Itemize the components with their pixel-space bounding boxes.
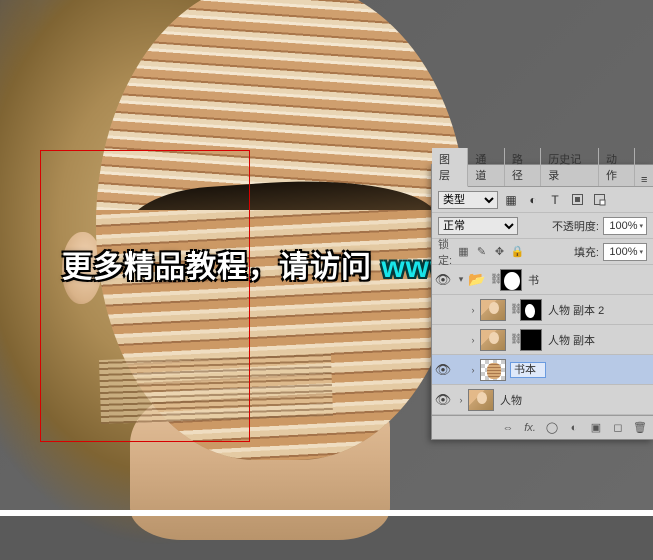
lock-paint-icon[interactable]: ✎ bbox=[474, 244, 489, 259]
tab-layers[interactable]: 图层 bbox=[432, 148, 468, 187]
expand-icon[interactable]: › bbox=[466, 305, 480, 315]
lock-all-icon[interactable]: 🔒 bbox=[510, 244, 525, 259]
fill-dropdown-icon[interactable]: ▾ bbox=[639, 248, 643, 256]
layer-row-group[interactable]: 👁 ▾ 📂 ⛓ 书 bbox=[432, 265, 653, 295]
collapse-icon[interactable]: ▾ bbox=[454, 274, 468, 285]
add-mask-icon[interactable]: ◯ bbox=[543, 419, 561, 437]
layers-panel: 图层 通道 路径 历史记录 动作 ≡ 类型 ▦ ◐ T 正常 不透明度: 100… bbox=[431, 164, 653, 440]
expand-icon[interactable]: › bbox=[454, 395, 468, 405]
fill-value: 100% bbox=[609, 246, 637, 258]
filter-shape-icon[interactable] bbox=[568, 191, 586, 209]
selection-annotation-rect bbox=[40, 150, 250, 442]
expand-icon[interactable]: › bbox=[466, 365, 480, 375]
watermark-prefix: 更多精品教程，请访问 bbox=[62, 251, 381, 284]
panel-menu-icon[interactable]: ≡ bbox=[635, 174, 653, 186]
opacity-value: 100% bbox=[609, 220, 637, 232]
page-bottom-border bbox=[0, 510, 653, 516]
layer-row-person[interactable]: 👁 › 人物 bbox=[432, 385, 653, 415]
layer-thumb[interactable] bbox=[480, 329, 506, 351]
layer-thumb[interactable] bbox=[468, 389, 494, 411]
opacity-label: 不透明度: bbox=[552, 218, 599, 234]
new-group-icon[interactable]: ▣ bbox=[587, 419, 605, 437]
delete-layer-icon[interactable]: 🗑 bbox=[631, 419, 649, 437]
layer-mask-thumb[interactable] bbox=[520, 329, 542, 351]
layer-name[interactable]: 人物 副本 bbox=[546, 332, 653, 348]
panel-tab-bar: 图层 通道 路径 历史记录 动作 ≡ bbox=[432, 165, 653, 187]
mask-link-icon[interactable]: ⛓ bbox=[510, 304, 520, 315]
fill-value-field[interactable]: 100% ▾ bbox=[603, 243, 647, 261]
mask-link-icon[interactable]: ⛓ bbox=[510, 334, 520, 345]
lock-row: 锁定: ▦ ✎ ✥ 🔒 填充: 100% ▾ bbox=[432, 239, 653, 265]
filter-row: 类型 ▦ ◐ T bbox=[432, 187, 653, 213]
layer-mask-thumb[interactable] bbox=[520, 299, 542, 321]
link-layers-icon[interactable]: ⇔ bbox=[499, 419, 517, 437]
panel-footer: ⇔ fx. ◯ ◐ ▣ ◻ 🗑 bbox=[432, 415, 653, 439]
layer-thumb[interactable] bbox=[480, 359, 506, 381]
layer-name[interactable]: 书 bbox=[526, 272, 653, 288]
layer-name[interactable]: 人物 bbox=[498, 392, 653, 408]
tab-actions[interactable]: 动作 bbox=[599, 148, 635, 186]
new-layer-icon[interactable]: ◻ bbox=[609, 419, 627, 437]
fx-icon[interactable]: fx. bbox=[521, 419, 539, 437]
filter-adjust-icon[interactable]: ◐ bbox=[524, 191, 542, 209]
group-mask-thumb[interactable] bbox=[500, 269, 522, 291]
lock-buttons: 锁定: ▦ ✎ ✥ 🔒 bbox=[438, 244, 525, 259]
expand-icon[interactable]: › bbox=[466, 335, 480, 345]
folder-icon[interactable]: 📂 bbox=[468, 269, 486, 291]
mask-link-icon[interactable]: ⛓ bbox=[490, 274, 500, 285]
new-adjustment-icon[interactable]: ◐ bbox=[565, 419, 583, 437]
opacity-value-field[interactable]: 100% ▾ bbox=[603, 217, 647, 235]
layer-row-person-copy-2[interactable]: › ⛓ 人物 副本 2 bbox=[432, 295, 653, 325]
layer-name-editing[interactable]: 书本 bbox=[510, 362, 546, 378]
tab-history[interactable]: 历史记录 bbox=[541, 148, 599, 186]
lock-trans-icon[interactable]: ▦ bbox=[456, 244, 471, 259]
filter-pixel-icon[interactable]: ▦ bbox=[502, 191, 520, 209]
visibility-toggle[interactable]: 👁 bbox=[432, 392, 454, 408]
layer-row-book[interactable]: 👁 › 书本 bbox=[432, 355, 653, 385]
layer-kind-select[interactable]: 类型 bbox=[438, 191, 498, 209]
layer-row-person-copy[interactable]: › ⛓ 人物 副本 bbox=[432, 325, 653, 355]
tab-channels[interactable]: 通道 bbox=[468, 148, 504, 186]
layer-list[interactable]: 👁 ▾ 📂 ⛓ 书 › ⛓ 人物 副本 2 › ⛓ 人物 副本 👁 bbox=[432, 265, 653, 415]
blend-mode-select[interactable]: 正常 bbox=[438, 217, 518, 235]
visibility-toggle[interactable]: 👁 bbox=[432, 362, 454, 378]
layer-thumb[interactable] bbox=[480, 299, 506, 321]
visibility-toggle[interactable]: 👁 bbox=[432, 272, 454, 288]
lock-label: 锁定: bbox=[438, 244, 453, 259]
filter-smart-icon[interactable] bbox=[590, 191, 608, 209]
filter-type-icon[interactable]: T bbox=[546, 191, 564, 209]
tab-paths[interactable]: 路径 bbox=[505, 148, 541, 186]
lock-move-icon[interactable]: ✥ bbox=[492, 244, 507, 259]
layer-name[interactable]: 人物 副本 2 bbox=[546, 302, 653, 318]
opacity-dropdown-icon[interactable]: ▾ bbox=[639, 222, 643, 230]
blend-row: 正常 不透明度: 100% ▾ bbox=[432, 213, 653, 239]
fill-label: 填充: bbox=[574, 244, 599, 260]
